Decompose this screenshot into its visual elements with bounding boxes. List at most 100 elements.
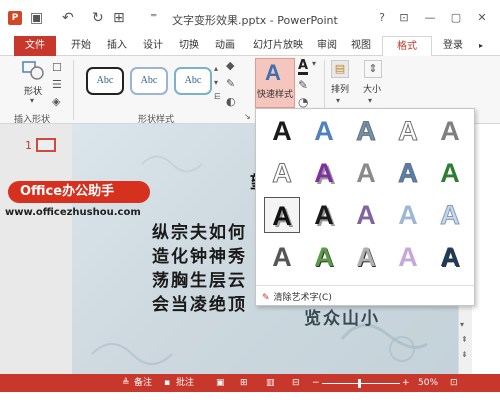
shapes-gallery-icon[interactable] [20,60,46,82]
merge-shapes-icon[interactable]: ◈ [52,95,60,108]
wordart-style-13[interactable]: A [348,197,384,233]
tab-format[interactable]: 格式 [382,36,432,57]
shape-style-2[interactable]: Abc [130,67,168,95]
previous-slide-icon[interactable]: ⇞ [461,335,468,344]
wordart-style-1[interactable]: A [264,113,300,149]
undo-icon[interactable]: ↶ [62,9,74,27]
arrange-button[interactable]: 排列 [328,82,352,95]
scroll-down-icon[interactable]: ▾ [460,320,464,329]
notes-button[interactable]: 备注 [134,376,152,390]
zoom-level[interactable]: 50% [418,376,438,390]
zoom-out-icon[interactable]: − [312,376,320,390]
gallery-up-icon[interactable]: ▴ [214,64,218,73]
fit-to-window-icon[interactable]: ⊡ [450,376,458,390]
wordart-style-17[interactable]: A [306,239,342,275]
edit-shape-icon[interactable]: ☐ [52,61,62,74]
notes-icon[interactable]: ≜ [122,376,130,390]
quick-styles-label: 快速样式 [256,90,293,100]
tab-view[interactable]: 视图 [348,36,374,56]
gallery-divider [256,285,474,286]
size-button[interactable]: 大小 [360,82,384,95]
shapes-dropdown-icon[interactable]: ▾ [30,96,34,105]
slide-thumbnails-pane [0,124,72,374]
shape-fill-icon[interactable]: ◆ [226,59,234,72]
wordart-style-4[interactable]: A [390,113,426,149]
arrange-dropdown-icon[interactable]: ▾ [336,96,340,105]
save-icon[interactable]: ▣ [30,9,43,27]
wordart-style-2[interactable]: A [306,113,342,149]
ribbon-tabs: 文件 开始 插入 设计 切换 动画 幻灯片放映 审阅 视图 格式 登录 ▸ [0,36,500,57]
tab-design[interactable]: 设计 [140,36,166,56]
poem-partial-text[interactable]: 览众山小 [304,304,380,329]
tab-insert[interactable]: 插入 [104,36,130,56]
size-dropdown-icon[interactable]: ▾ [368,96,372,105]
slide-thumbnail[interactable] [36,138,56,152]
wordart-quick-styles-button[interactable]: A [255,58,295,108]
reading-view-icon[interactable]: ▥ [266,376,275,390]
zoom-slider-thumb[interactable] [358,379,361,388]
wordart-style-9[interactable]: A [390,155,426,191]
comments-button[interactable]: 批注 [176,376,194,390]
clear-wordart-menu-item[interactable]: ✎ 清除艺术字(C) [262,290,332,303]
window-title: 文字变形效果.pptx - PowerPoint [172,14,338,27]
restore-button[interactable]: ▢ [446,10,466,26]
wordart-style-15[interactable]: A [432,197,468,233]
zoom-slider[interactable] [322,383,400,384]
tab-review[interactable]: 审阅 [314,36,340,56]
size-icon[interactable]: ⇕ [364,60,382,78]
wordart-style-16[interactable]: A [264,239,300,275]
text-fill-dropdown-icon[interactable]: ▾ [312,59,316,68]
slideshow-icon[interactable]: ⊟ [292,376,300,390]
wordart-style-20[interactable]: A [432,239,468,275]
wordart-style-7[interactable]: A [306,155,342,191]
shape-outline-icon[interactable]: ✎ [226,77,235,90]
shape-style-3[interactable]: Abc [174,67,212,95]
arrange-icon[interactable]: ▤ [331,60,349,78]
help-button[interactable]: ? [372,10,392,26]
close-button[interactable]: ✕ [472,10,492,26]
wordart-style-5[interactable]: A [432,113,468,149]
wordart-style-18[interactable]: A [348,239,384,275]
gallery-down-icon[interactable]: ▾ [214,78,218,87]
tab-signin[interactable]: 登录 [440,36,466,56]
tab-animations[interactable]: 动画 [212,36,238,56]
ribbon-display-options-button[interactable]: ⊡ [394,10,414,26]
wordart-style-11[interactable]: A [264,197,300,233]
poem-line-1[interactable]: 纵宗夫如何 [152,218,247,243]
tab-slideshow[interactable]: 幻灯片放映 [250,36,306,56]
minimize-button[interactable]: — [420,10,440,26]
normal-view-icon[interactable]: ▣ [216,376,225,390]
wordart-style-12[interactable]: A [306,197,342,233]
tab-transitions[interactable]: 切换 [176,36,202,56]
text-outline-icon[interactable]: ✎ [298,78,308,92]
poem-line-3[interactable]: 荡胸生层云 [152,266,247,291]
wordart-style-3[interactable]: A [348,113,384,149]
wordart-style-19[interactable]: A [390,239,426,275]
text-box-icon[interactable]: ☰ [52,78,62,91]
text-effects-icon[interactable]: ◔ [298,95,308,109]
text-fill-icon[interactable]: A [298,59,309,75]
powerpoint-app-icon[interactable]: P [8,11,22,25]
comments-icon[interactable]: ▪ [164,376,170,390]
tab-file[interactable]: 文件 [14,36,56,56]
wordart-style-6[interactable]: A [264,155,300,191]
wordart-style-14[interactable]: A [390,197,426,233]
tab-scroll-right-icon[interactable]: ▸ [474,36,488,56]
poem-line-2[interactable]: 造化钟神秀 [152,242,247,267]
wordart-style-8[interactable]: A [348,155,384,191]
redo-icon[interactable]: ↻ [92,9,104,27]
shape-effects-icon[interactable]: ◐ [226,95,236,108]
group-divider [73,60,74,120]
slide-sorter-icon[interactable]: ⊞ [240,376,248,390]
zoom-in-icon[interactable]: + [402,376,410,390]
next-slide-icon[interactable]: ⇟ [461,350,468,359]
shape-style-1[interactable]: Abc [86,67,124,95]
print-preview-icon[interactable]: ⊞ [113,9,125,27]
poem-line-4[interactable]: 会当凌绝顶 [152,290,247,315]
customize-qat-icon[interactable]: ⁼ [150,9,157,27]
tab-home[interactable]: 开始 [68,36,94,56]
gallery-more-icon[interactable]: ⋿ [214,92,221,101]
shape-styles-launcher-icon[interactable]: ↘ [244,112,251,121]
eraser-icon: ✎ [262,293,270,303]
wordart-style-10[interactable]: A [432,155,468,191]
